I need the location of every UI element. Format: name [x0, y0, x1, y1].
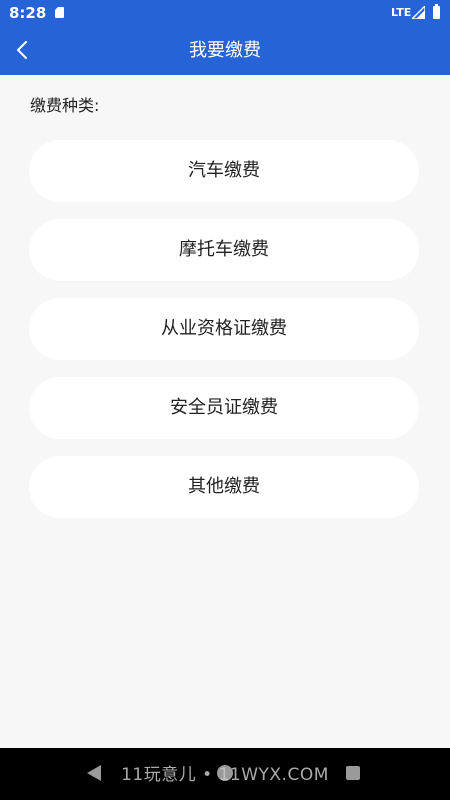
fee-type-list: 汽车缴费 摩托车缴费 从业资格证缴费 安全员证缴费 其他缴费	[29, 140, 419, 535]
signal-icon	[412, 6, 425, 19]
app-toolbar: 我要缴费	[0, 26, 450, 75]
section-label: 缴费种类:	[30, 96, 100, 115]
status-time: 8:28	[9, 4, 47, 22]
status-bar: 8:28 LTE	[0, 0, 450, 26]
chevron-left-icon	[17, 41, 27, 59]
safety-officer-cert-fee-button[interactable]: 安全员证缴费	[29, 377, 419, 439]
qualification-cert-fee-button[interactable]: 从业资格证缴费	[29, 298, 419, 360]
car-fee-button[interactable]: 汽车缴费	[29, 140, 419, 202]
sd-card-icon	[55, 7, 64, 18]
watermark: 11玩意儿 • 11WYX.COM	[121, 765, 329, 785]
network-type: LTE	[391, 6, 412, 19]
back-button[interactable]	[6, 32, 42, 68]
system-nav-bar: 11玩意儿 • 11WYX.COM	[0, 748, 450, 800]
motorcycle-fee-button[interactable]: 摩托车缴费	[29, 219, 419, 281]
page-title: 我要缴费	[189, 40, 261, 61]
battery-icon	[433, 4, 440, 19]
other-fee-button[interactable]: 其他缴费	[29, 456, 419, 518]
